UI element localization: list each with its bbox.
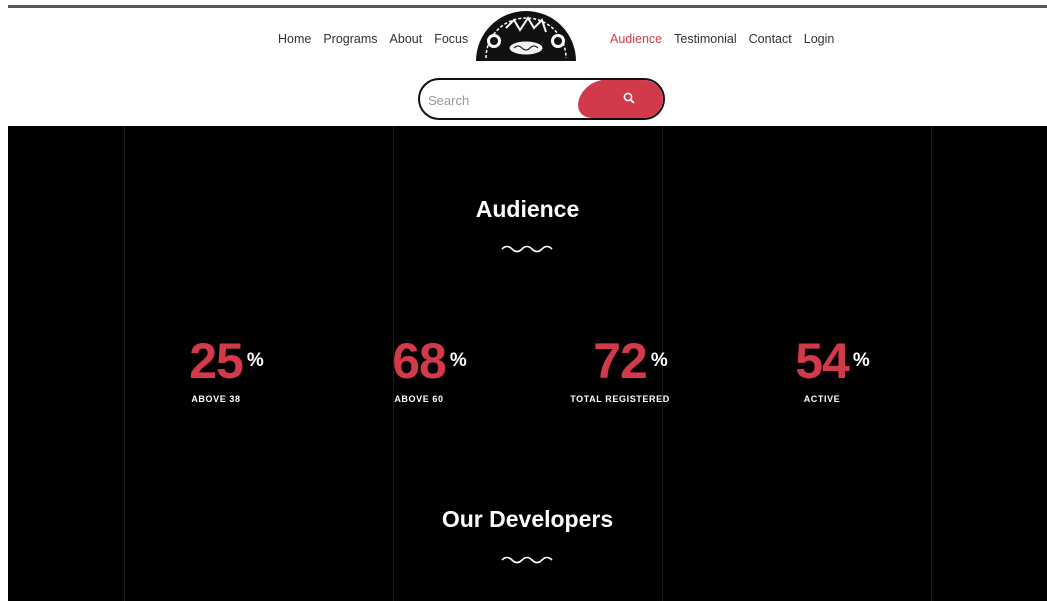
nav-login[interactable]: Login [804,32,835,46]
stat-label: TOTAL REGISTERED [570,394,670,404]
nav-home[interactable]: Home [278,32,311,46]
stat-value: 68 [392,333,447,389]
stat-total-registered: 72% TOTAL REGISTERED [560,334,680,404]
search-icon [623,92,635,104]
stat-label: ABOVE 60 [394,394,444,404]
audience-section: Audience 25% ABOVE 38 68% ABOVE 60 72% T… [8,126,1047,601]
main-nav-left: Home Programs About Focus [278,32,468,46]
main-nav-right: Audience Testimonial Contact Login [610,32,834,46]
search-bar [418,78,665,120]
audience-title: Audience [475,196,580,222]
nav-audience[interactable]: Audience [610,32,662,46]
stat-above-38: 25% ABOVE 38 [156,334,276,404]
nav-testimonial[interactable]: Testimonial [674,32,737,46]
stat-value: 72 [593,333,648,389]
wave-divider-icon [501,556,553,564]
stat-unit: % [246,350,264,371]
nav-about[interactable]: About [390,32,423,46]
nav-programs[interactable]: Programs [323,32,377,46]
nav-focus[interactable]: Focus [434,32,468,46]
stat-value: 25 [189,333,244,389]
site-header: Home Programs About Focus Audience Testi… [0,8,1047,126]
wave-divider-icon [501,245,553,253]
developers-title: Our Developers [441,506,614,532]
stat-label: ACTIVE [803,394,841,404]
stat-above-60: 68% ABOVE 60 [359,334,479,404]
stat-label: ABOVE 38 [191,394,241,404]
stat-active: 54% ACTIVE [762,334,882,404]
stat-unit: % [650,350,668,371]
stat-unit: % [449,350,467,371]
theater-masks-logo[interactable] [474,8,578,63]
search-button[interactable] [601,80,663,118]
nav-contact[interactable]: Contact [749,32,792,46]
stat-value: 54 [795,333,850,389]
stat-unit: % [852,350,870,371]
